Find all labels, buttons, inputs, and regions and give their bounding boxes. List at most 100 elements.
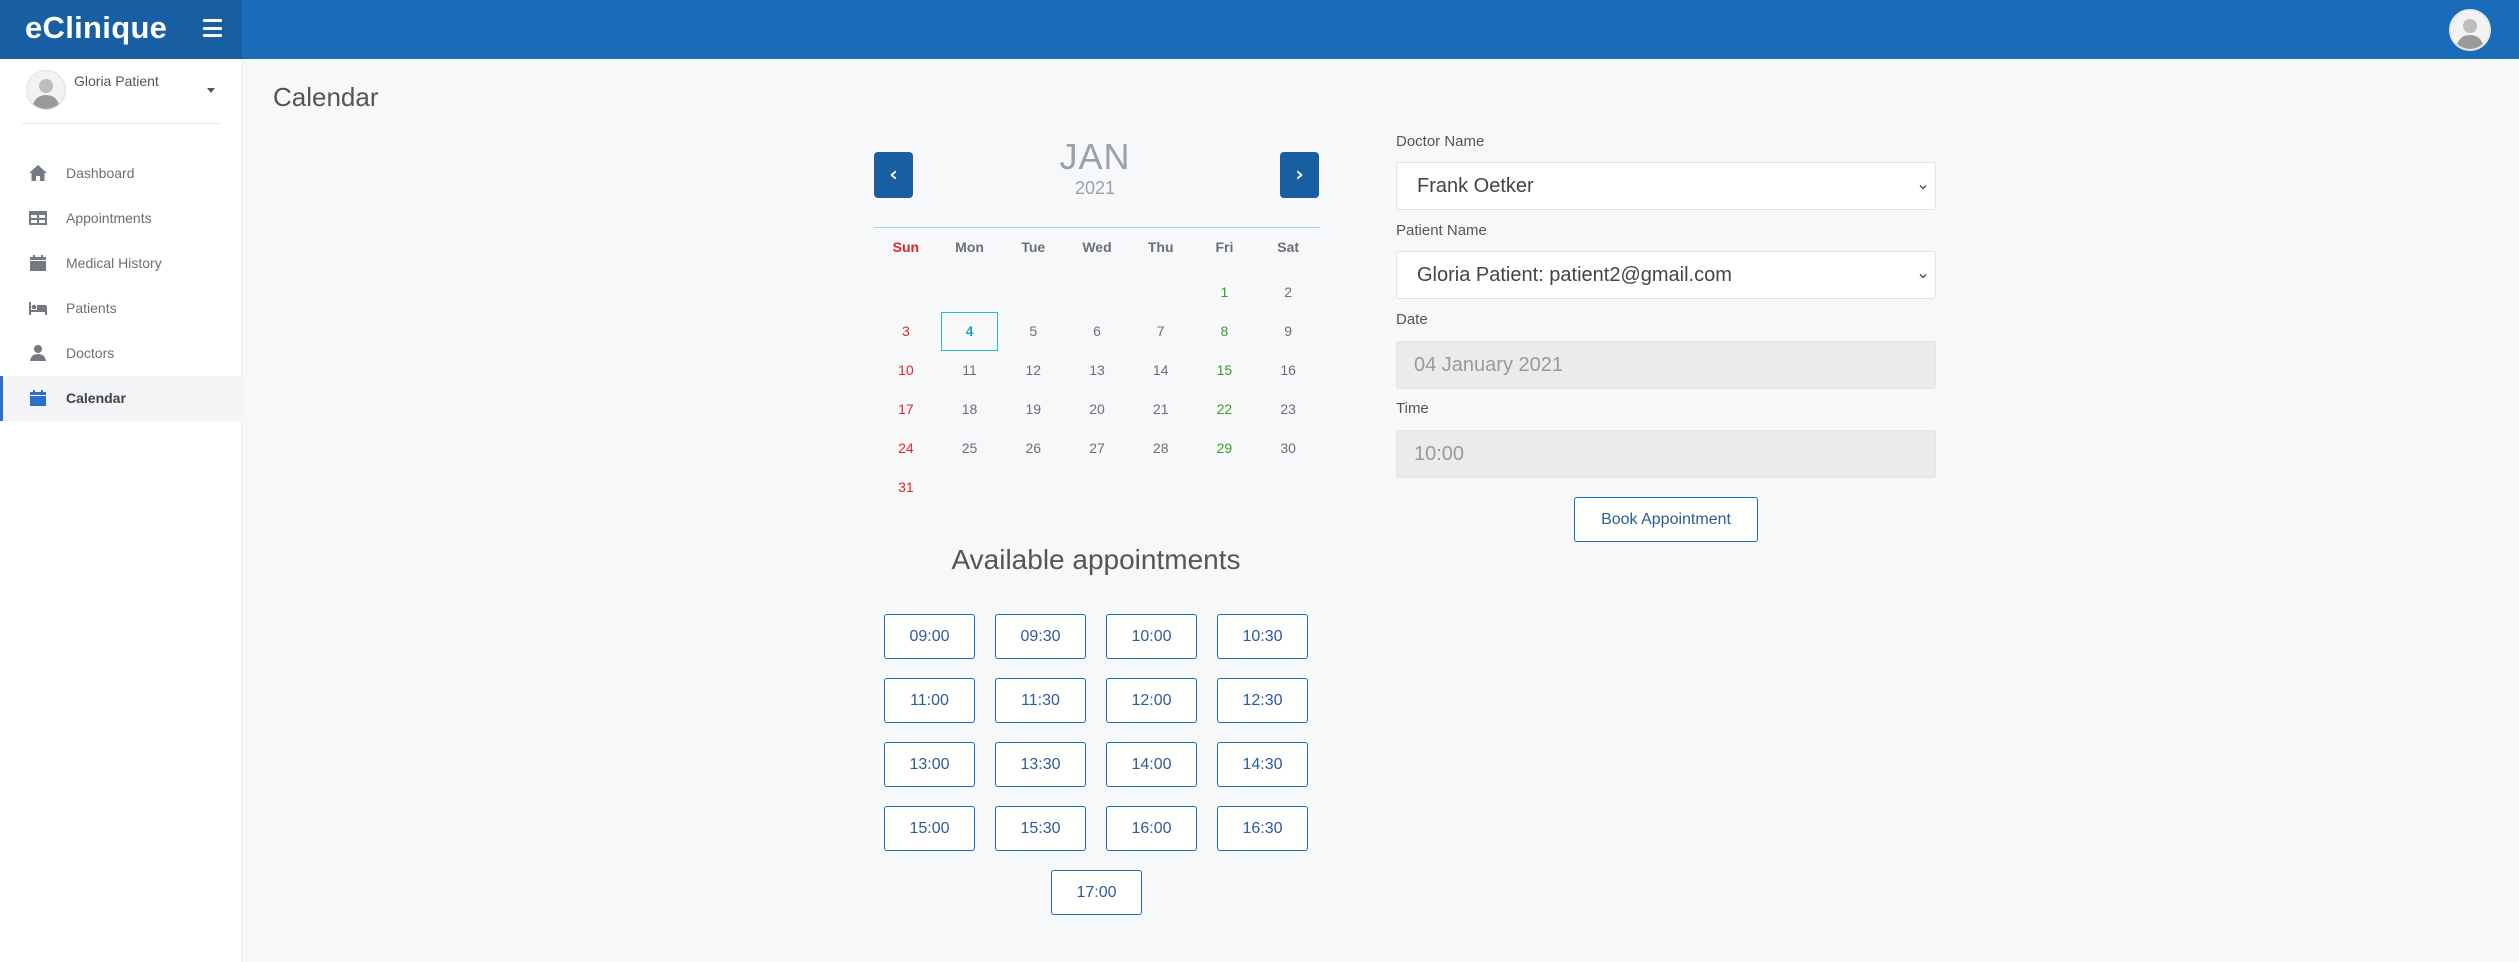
sidebar-nav: Dashboard Appointments Medical History P…: [0, 151, 242, 421]
user-silhouette-icon: [2451, 11, 2489, 49]
previous-month-button[interactable]: ‹: [874, 152, 913, 198]
time-slot-button[interactable]: 16:30: [1217, 806, 1308, 851]
sidebar-user-panel[interactable]: Gloria Patient: [0, 59, 242, 125]
time-field[interactable]: 10:00: [1396, 430, 1936, 478]
doctor-select[interactable]: Frank Oetker: [1396, 162, 1936, 210]
time-slot-button[interactable]: 15:30: [995, 806, 1086, 851]
calendar-day[interactable]: 20: [1065, 390, 1129, 429]
sidebar-item-calendar[interactable]: Calendar: [0, 376, 242, 421]
calendar-day[interactable]: 30: [1256, 429, 1320, 468]
calendar-day[interactable]: 24: [874, 429, 938, 468]
calendar-month: JAN: [1059, 136, 1131, 177]
sidebar-item-label: Appointments: [66, 210, 152, 226]
sidebar-item-doctors[interactable]: Doctors: [0, 331, 242, 376]
top-user-avatar[interactable]: [2449, 9, 2491, 51]
chevron-down-icon: [1919, 185, 1927, 190]
weekday-header: Sun: [892, 239, 920, 255]
doctor-name-label: Doctor Name: [1396, 133, 1485, 150]
time-slot-button[interactable]: 09:00: [884, 614, 975, 659]
calendar-day[interactable]: 27: [1065, 429, 1129, 468]
calendar-day[interactable]: 6: [1065, 312, 1129, 351]
calendar-day[interactable]: 26: [1001, 429, 1065, 468]
time-slot-button[interactable]: 15:00: [884, 806, 975, 851]
calendar-day-selected[interactable]: 4: [938, 312, 1002, 351]
patient-select-value: Gloria Patient: patient2@gmail.com: [1417, 264, 1732, 286]
time-slot-button[interactable]: 12:00: [1106, 678, 1197, 723]
time-slot-button[interactable]: 14:00: [1106, 742, 1197, 787]
calendar-day[interactable]: 23: [1256, 390, 1320, 429]
sidebar-item-patients[interactable]: Patients: [0, 286, 242, 331]
sidebar-item-label: Calendar: [66, 390, 126, 406]
time-slot-button[interactable]: 11:30: [995, 678, 1086, 723]
calendar-icon: [30, 390, 46, 406]
sidebar-item-label: Medical History: [66, 255, 162, 271]
calendar-blank-cell: [874, 273, 938, 312]
app-logo-text[interactable]: eClinique: [25, 10, 167, 46]
brand-area: eClinique: [0, 0, 242, 59]
calendar-day[interactable]: 1: [1193, 273, 1257, 312]
time-slot-button[interactable]: 16:00: [1106, 806, 1197, 851]
user-md-icon: [30, 345, 46, 361]
calendar-day[interactable]: 19: [1001, 390, 1065, 429]
time-slot-button[interactable]: 12:30: [1217, 678, 1308, 723]
doctor-select-value: Frank Oetker: [1417, 175, 1534, 197]
calendar-day[interactable]: 11: [938, 351, 1002, 390]
chevron-down-icon: [1919, 274, 1927, 279]
calendar-icon: [30, 255, 46, 271]
calendar-day[interactable]: 15: [1193, 351, 1257, 390]
calendar-day[interactable]: 14: [1129, 351, 1193, 390]
calendar-day[interactable]: 28: [1129, 429, 1193, 468]
time-slot-button[interactable]: 14:30: [1217, 742, 1308, 787]
sidebar-user-avatar: [26, 70, 66, 110]
sidebar-item-medical-history[interactable]: Medical History: [0, 241, 242, 286]
next-month-button[interactable]: ›: [1280, 152, 1319, 198]
calendar-day[interactable]: 12: [1001, 351, 1065, 390]
calendar-day[interactable]: 21: [1129, 390, 1193, 429]
time-slot-button[interactable]: 10:30: [1217, 614, 1308, 659]
calendar-day[interactable]: 9: [1256, 312, 1320, 351]
patient-name-label: Patient Name: [1396, 222, 1487, 239]
time-slot-button[interactable]: 13:30: [995, 742, 1086, 787]
calendar-day[interactable]: 31: [874, 468, 938, 507]
weekday-header: Mon: [955, 239, 984, 255]
user-silhouette-icon: [27, 71, 65, 109]
caret-down-icon[interactable]: [207, 88, 215, 93]
time-slot-button[interactable]: 11:00: [884, 678, 975, 723]
calendar-day[interactable]: 25: [938, 429, 1002, 468]
patient-select[interactable]: Gloria Patient: patient2@gmail.com: [1396, 251, 1936, 299]
time-slot-button[interactable]: 10:00: [1106, 614, 1197, 659]
calendar-day[interactable]: 18: [938, 390, 1002, 429]
time-slot-button[interactable]: 09:30: [995, 614, 1086, 659]
calendar-day[interactable]: 2: [1256, 273, 1320, 312]
hamburger-menu-icon[interactable]: [203, 19, 222, 37]
date-label: Date: [1396, 311, 1428, 328]
sidebar: Gloria Patient Dashboard Appointments Me…: [0, 59, 242, 962]
calendar-day[interactable]: 3: [874, 312, 938, 351]
time-label: Time: [1396, 400, 1429, 417]
calendar-day[interactable]: 5: [1001, 312, 1065, 351]
sidebar-item-label: Dashboard: [66, 165, 135, 181]
page-title: Calendar: [273, 82, 379, 112]
calendar-grid: Sun Mon Tue Wed Thu Fri Sat 1 2 3 4 5 6 7 8 9 10 11 12 13 14…: [874, 234, 1320, 507]
sidebar-item-label: Patients: [66, 300, 117, 316]
weekday-header: Thu: [1147, 239, 1174, 255]
calendar-day[interactable]: 22: [1193, 390, 1257, 429]
home-icon: [29, 165, 47, 181]
book-appointment-button[interactable]: Book Appointment: [1574, 497, 1758, 542]
sidebar-item-dashboard[interactable]: Dashboard: [0, 151, 242, 196]
time-slot-button[interactable]: 13:00: [884, 742, 975, 787]
calendar-day[interactable]: 8: [1193, 312, 1257, 351]
available-appointments-title: Available appointments: [951, 544, 1241, 575]
calendar-day[interactable]: 7: [1129, 312, 1193, 351]
calendar-day[interactable]: 16: [1256, 351, 1320, 390]
sidebar-item-appointments[interactable]: Appointments: [0, 196, 242, 241]
calendar-day[interactable]: 13: [1065, 351, 1129, 390]
calendar-day[interactable]: 10: [874, 351, 938, 390]
calendar-blank-cell: [1129, 273, 1193, 312]
sidebar-user-name: Gloria Patient: [74, 73, 159, 89]
time-slot-button[interactable]: 17:00: [1051, 870, 1142, 915]
calendar-blank-cell: [938, 273, 1002, 312]
calendar-day[interactable]: 17: [874, 390, 938, 429]
date-field[interactable]: 04 January 2021: [1396, 341, 1936, 389]
calendar-day[interactable]: 29: [1193, 429, 1257, 468]
